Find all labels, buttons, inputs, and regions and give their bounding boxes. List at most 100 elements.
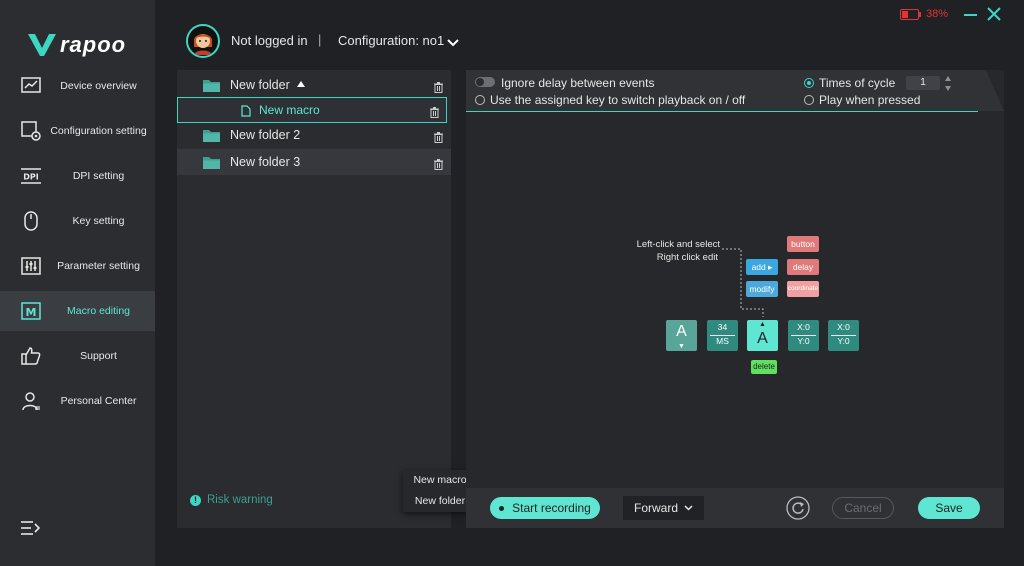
nav-configuration-setting[interactable]: Configuration setting — [0, 111, 155, 151]
key-label: A — [757, 330, 768, 347]
menu-collapse-icon[interactable] — [20, 519, 41, 537]
trash-icon[interactable] — [434, 157, 443, 170]
start-recording-label: Start recording — [512, 501, 591, 515]
nav-label: Macro editing — [66, 305, 131, 317]
nav-parameter-setting[interactable]: Parameter setting — [0, 246, 155, 286]
bottom-toolbar: Start recording Forward Cancel Save — [466, 488, 1004, 528]
folder-icon — [203, 129, 220, 142]
coord-x: X:0 — [797, 322, 810, 332]
tree-folder-row[interactable]: New folder 2 — [177, 122, 451, 148]
guide-right-click-text: Right click edit — [656, 252, 718, 263]
guide-add-button: add ▸ — [746, 259, 778, 275]
macro-event-coordinate[interactable]: X:0 Y:0 — [828, 320, 859, 351]
folder-label: New folder 3 — [230, 155, 301, 169]
tree-folder-row[interactable]: New folder — [177, 72, 451, 98]
macro-event-key-a-up[interactable]: ▲ A — [747, 320, 778, 351]
close-icon — [987, 7, 1001, 21]
thumbs-up-icon — [20, 345, 42, 367]
guide-left-click-text: Left-click and select — [636, 239, 720, 250]
chevron-down-icon[interactable] — [447, 35, 459, 47]
macro-event-key-a[interactable]: A ▼ — [666, 320, 697, 351]
refresh-icon — [786, 496, 810, 520]
direction-select[interactable]: Forward — [623, 496, 704, 520]
key-divider — [791, 335, 816, 336]
save-button[interactable]: Save — [918, 497, 980, 519]
folder-icon — [203, 156, 220, 169]
reset-button[interactable] — [786, 496, 810, 520]
svg-text:M: M — [26, 306, 37, 319]
logo-text: rapoo — [60, 32, 127, 57]
trash-icon[interactable] — [434, 80, 443, 93]
rapoo-logo: rapoo — [28, 32, 126, 58]
nav-dpi-setting[interactable]: DPI DPI setting — [0, 156, 155, 196]
nav-label: Support — [80, 350, 117, 362]
delay-value: 34 — [717, 322, 728, 332]
macro-label: New macro — [259, 103, 320, 117]
guide-connector-lines — [722, 248, 764, 317]
configuration-selector[interactable]: Configuration: no1 — [338, 33, 444, 48]
coord-y: Y:0 — [797, 336, 810, 346]
avatar-character-icon — [193, 34, 213, 55]
cancel-button[interactable]: Cancel — [832, 497, 894, 519]
close-button[interactable] — [986, 6, 1002, 22]
avatar[interactable] — [186, 24, 220, 58]
direction-label: Forward — [633, 501, 678, 515]
dpi-icon: DPI — [20, 165, 42, 187]
coord-y: Y:0 — [837, 336, 850, 346]
nav-label: Configuration setting — [50, 125, 147, 137]
config-gear-icon — [20, 120, 42, 142]
battery-level: 38% — [926, 8, 949, 20]
trash-icon[interactable] — [430, 105, 439, 118]
tree-macro-row[interactable]: New macro — [177, 97, 447, 123]
nav-label: Personal Center — [60, 395, 137, 407]
risk-warning[interactable]: ! Risk warning — [190, 494, 273, 506]
nav-macro-editing[interactable]: M Macro editing — [0, 291, 155, 331]
nav-label: Parameter setting — [57, 260, 140, 272]
folder-label: New folder 2 — [230, 128, 301, 142]
tree-folder-row[interactable]: New folder 3 — [177, 149, 451, 175]
battery-icon — [900, 9, 919, 20]
macro-event-coordinate[interactable]: X:0 Y:0 — [788, 320, 819, 351]
guide-delay-option: delay — [787, 259, 819, 275]
key-label: A — [676, 323, 687, 340]
svg-text:DPI: DPI — [23, 173, 39, 182]
sidebar: rapoo Device overview Configuration sett… — [0, 0, 155, 566]
delay-unit: MS — [716, 336, 729, 346]
user-icon — [20, 390, 42, 412]
rapoo-v-logo-icon — [28, 34, 56, 56]
macro-icon: M — [20, 300, 42, 322]
nav-support[interactable]: Support — [0, 336, 155, 376]
battery-fill — [902, 11, 908, 18]
login-status[interactable]: Not logged in — [231, 33, 308, 48]
header-separator: | — [318, 32, 322, 47]
chart-icon — [20, 75, 42, 97]
nav-label: DPI setting — [72, 170, 125, 182]
minimize-button[interactable] — [964, 14, 977, 16]
guide-add-label: add — [751, 262, 766, 272]
mouse-icon — [20, 210, 42, 232]
sliders-icon — [20, 255, 42, 277]
nav-label: Key setting — [72, 215, 125, 227]
nav-device-overview[interactable]: Device overview — [0, 66, 155, 106]
risk-warning-label: Risk warning — [207, 494, 273, 506]
macro-tree-panel: New folder New macro New folder 2 New fo… — [177, 70, 451, 528]
key-divider — [710, 335, 735, 336]
key-down-arrow-icon: ▼ — [678, 343, 685, 350]
key-divider — [831, 335, 856, 336]
macro-editor-panel: Ignore delay between events Use the assi… — [466, 70, 1004, 528]
guide-coordinate-option: coordinate — [787, 281, 819, 297]
nav-label: Device overview — [60, 80, 137, 92]
macro-event-delay[interactable]: 34 MS — [707, 320, 738, 351]
key-up-arrow-icon: ▲ — [759, 321, 766, 328]
nav-key-setting[interactable]: Key setting — [0, 201, 155, 241]
caret-up-icon[interactable] — [297, 81, 305, 87]
nav-personal-center[interactable]: Personal Center — [0, 381, 155, 421]
start-recording-button[interactable]: Start recording — [490, 497, 600, 519]
folder-label: New folder — [230, 78, 290, 92]
chevron-down-icon — [684, 505, 693, 511]
guide-delete-button: delete — [751, 360, 777, 374]
trash-icon[interactable] — [434, 130, 443, 143]
folder-icon — [203, 79, 220, 92]
battery-nub — [919, 12, 921, 17]
guide-modify-button: modify — [746, 281, 778, 297]
